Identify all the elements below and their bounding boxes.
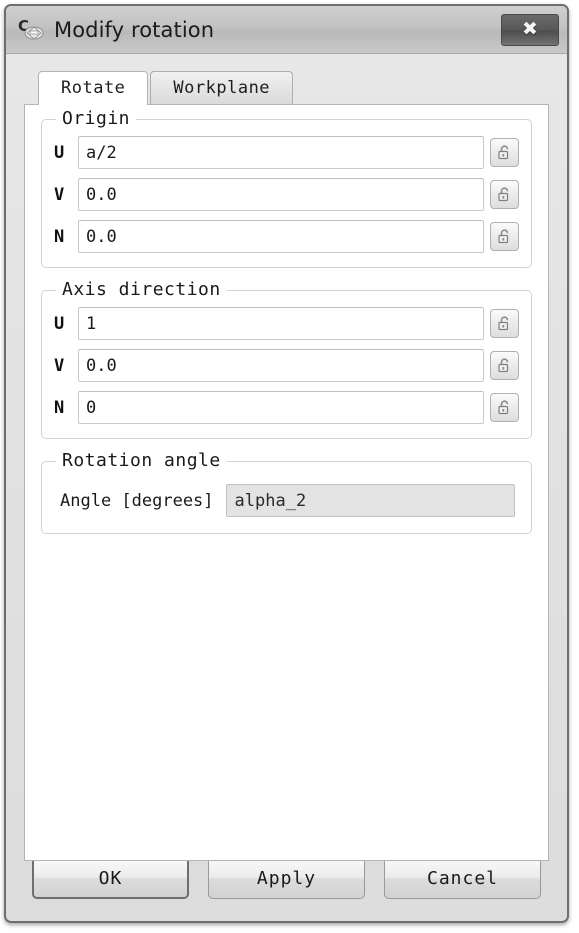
axis-v-label: V — [54, 355, 65, 376]
angle-row: Angle [degrees] alpha_2 — [54, 478, 519, 521]
axis-direction-group: Axis direction U 1 V 0.0 N 0 — [41, 279, 532, 439]
padlock-open-icon — [498, 316, 509, 331]
origin-v-input[interactable]: 0.0 — [78, 178, 484, 211]
apply-button[interactable]: Apply — [208, 857, 365, 899]
axis-u-lock-button[interactable] — [490, 309, 519, 338]
cancel-button[interactable]: Cancel — [384, 857, 541, 899]
window-title: Modify rotation — [54, 17, 215, 42]
tab-strip: Rotate Workplane — [38, 68, 549, 105]
rotate-tab-panel: Origin U a/2 V 0.0 N 0.0 Axis direction … — [24, 104, 549, 861]
axis-u-label: U — [54, 313, 65, 334]
title-bar[interactable]: C Modify rotation ✖ — [6, 6, 567, 54]
padlock-open-icon — [498, 229, 509, 244]
origin-group: Origin U a/2 V 0.0 N 0.0 — [41, 108, 532, 268]
origin-n-lock-button[interactable] — [490, 222, 519, 251]
origin-n-input[interactable]: 0.0 — [78, 220, 484, 253]
rotation-app-icon: C — [18, 16, 46, 44]
dialog-footer: OK Apply Cancel — [6, 851, 567, 921]
origin-u-label: U — [54, 142, 65, 163]
close-button[interactable]: ✖ — [501, 13, 559, 46]
angle-input[interactable]: alpha_2 — [225, 484, 515, 517]
close-icon: ✖ — [522, 18, 538, 40]
axis-v-lock-button[interactable] — [490, 351, 519, 380]
tab-workplane[interactable]: Workplane — [150, 71, 294, 104]
axis-n-lock-button[interactable] — [490, 393, 519, 422]
angle-label: Angle [degrees] — [60, 490, 214, 511]
padlock-open-icon — [498, 400, 509, 415]
rotation-angle-group: Rotation angle Angle [degrees] alpha_2 — [41, 450, 532, 534]
padlock-open-icon — [498, 358, 509, 373]
axis-n-row: N 0 — [54, 391, 519, 424]
axis-v-input[interactable]: 0.0 — [78, 349, 484, 382]
padlock-open-icon — [498, 145, 509, 160]
ok-button[interactable]: OK — [32, 857, 189, 899]
origin-group-title: Origin — [56, 108, 137, 129]
origin-u-row: U a/2 — [54, 136, 519, 169]
axis-n-input[interactable]: 0 — [78, 391, 484, 424]
axis-v-row: V 0.0 — [54, 349, 519, 382]
origin-v-label: V — [54, 184, 65, 205]
axis-n-label: N — [54, 397, 65, 418]
axis-u-row: U 1 — [54, 307, 519, 340]
origin-v-row: V 0.0 — [54, 178, 519, 211]
rotation-angle-group-title: Rotation angle — [56, 450, 227, 471]
axis-direction-group-title: Axis direction — [56, 279, 227, 300]
padlock-open-icon — [498, 187, 509, 202]
origin-n-label: N — [54, 226, 65, 247]
origin-n-row: N 0.0 — [54, 220, 519, 253]
axis-u-input[interactable]: 1 — [78, 307, 484, 340]
origin-u-lock-button[interactable] — [490, 138, 519, 167]
origin-u-input[interactable]: a/2 — [78, 136, 484, 169]
modify-rotation-dialog: C Modify rotation ✖ Rotate Workplane Ori… — [4, 4, 569, 923]
origin-v-lock-button[interactable] — [490, 180, 519, 209]
tab-rotate[interactable]: Rotate — [38, 71, 149, 105]
dialog-body: Rotate Workplane Origin U a/2 V 0.0 N 0.… — [6, 54, 567, 921]
